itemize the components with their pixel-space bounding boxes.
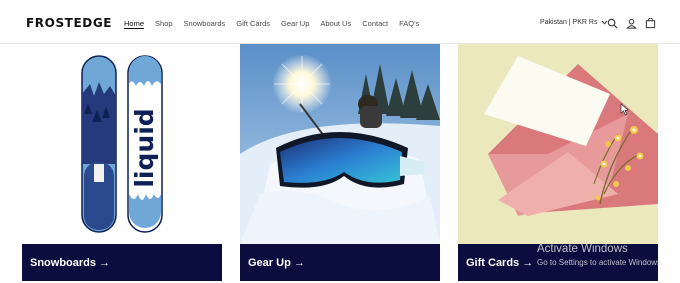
snowboards-label: Snowboards → bbox=[30, 257, 111, 269]
gear-up-label: Gear Up → bbox=[248, 257, 305, 269]
main-nav: Home Shop Snowboards Gift Cards Gear Up … bbox=[124, 19, 419, 28]
site-header: FROSTEDGE Home Shop Snowboards Gift Card… bbox=[0, 0, 680, 44]
account-icon[interactable] bbox=[626, 18, 637, 29]
nav-gift-cards[interactable]: Gift Cards bbox=[236, 19, 270, 28]
windows-activation-title: Activate Windows bbox=[537, 243, 628, 255]
gift-cards-image bbox=[458, 44, 658, 244]
collection-card-snowboards[interactable]: liquid Snowboards → bbox=[22, 44, 222, 281]
gift-cards-label: Gift Cards → bbox=[466, 257, 534, 269]
gear-up-image bbox=[240, 44, 440, 244]
board-graphic-text: liquid bbox=[130, 108, 159, 187]
nav-shop[interactable]: Shop bbox=[155, 19, 173, 28]
search-icon[interactable] bbox=[607, 18, 618, 29]
windows-activation-subtitle: Go to Settings to activate Windows. bbox=[537, 258, 664, 267]
country-currency-label: Pakistan | PKR Rs bbox=[540, 19, 598, 26]
nav-snowboards[interactable]: Snowboards bbox=[184, 19, 226, 28]
nav-about-us[interactable]: About Us bbox=[320, 19, 351, 28]
cart-icon[interactable] bbox=[645, 18, 656, 29]
gear-up-label-bar[interactable]: Gear Up → bbox=[240, 244, 440, 281]
collection-card-gear-up[interactable]: Gear Up → bbox=[240, 44, 440, 281]
nav-gear-up[interactable]: Gear Up bbox=[281, 19, 309, 28]
nav-contact[interactable]: Contact bbox=[362, 19, 388, 28]
country-currency-selector[interactable]: Pakistan | PKR Rs bbox=[540, 19, 608, 26]
nav-home[interactable]: Home bbox=[124, 19, 144, 28]
snowboards-label-bar[interactable]: Snowboards → bbox=[22, 244, 222, 281]
snowboards-image: liquid bbox=[22, 44, 222, 244]
nav-faqs[interactable]: FAQ's bbox=[399, 19, 419, 28]
site-logo[interactable]: FROSTEDGE bbox=[26, 16, 112, 30]
